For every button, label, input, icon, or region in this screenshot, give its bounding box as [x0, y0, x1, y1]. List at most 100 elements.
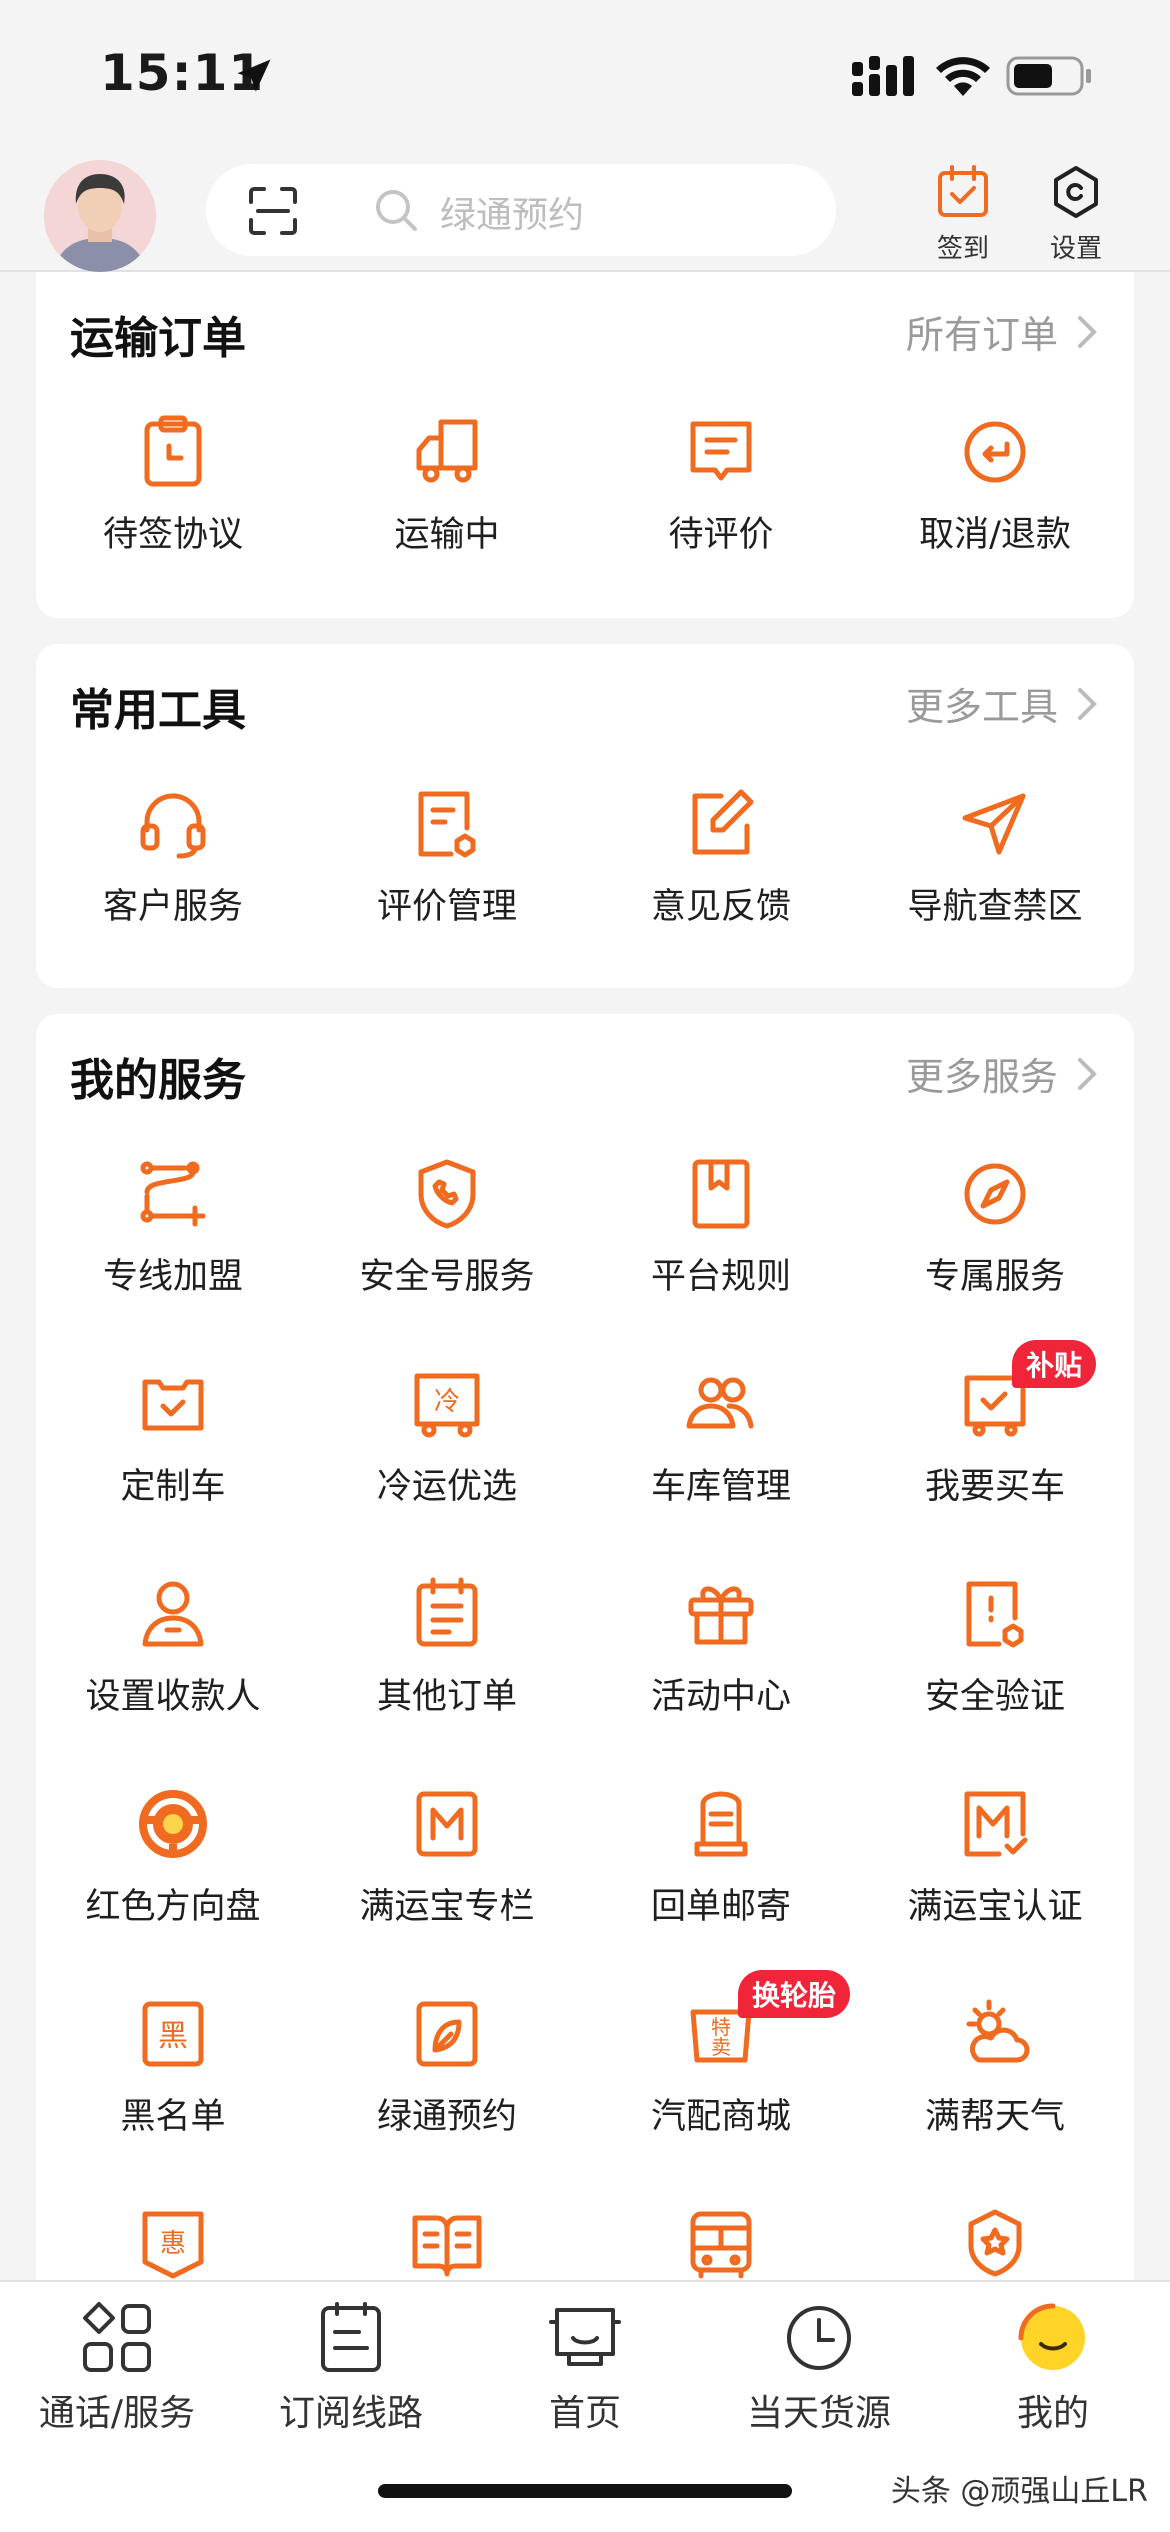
bus-icon [690, 2211, 752, 2279]
grid-item-label: 活动中心 [650, 1677, 791, 1717]
rulebook-icon [692, 1159, 750, 1229]
transport-orders-card: 运输订单 所有订单 待签协议 运输中 待评价 取消/退款 [36, 272, 1134, 618]
grid-item-review-manage[interactable]: 评价管理 [310, 784, 584, 929]
more-tools-label: 更多工具 [905, 685, 1058, 729]
grid-item-label: 取消/退款 [919, 515, 1071, 555]
cellular-signal-icon [852, 56, 914, 96]
tab-home[interactable]: 首页 [468, 2300, 702, 2436]
shield-phone-icon [418, 1159, 476, 1229]
grid-item-route-join[interactable]: 专线加盟 [36, 1154, 310, 1299]
grid-item-m-verify[interactable]: 满运宝认证 [858, 1784, 1132, 1929]
book-icon [412, 2215, 482, 2277]
grid-item-label: 定制车 [120, 1467, 226, 1507]
edit-icon [692, 789, 754, 855]
grid-item-book[interactable] [310, 2204, 584, 2284]
medal-icon [968, 2209, 1022, 2277]
all-orders-link[interactable]: 所有订单 [906, 304, 1098, 359]
card-title: 常用工具 [70, 685, 246, 736]
tab-mine[interactable]: 我的 [936, 2300, 1170, 2436]
calendar-list-icon [416, 1577, 478, 1647]
tab-label: 通话/服务 [38, 2393, 196, 2434]
grid-item-navigation[interactable]: 导航查禁区 [858, 784, 1132, 929]
grid-item-label: 客户服务 [102, 887, 243, 927]
grid-item-label: 黑名单 [120, 2097, 226, 2137]
home-icon [549, 2308, 621, 2366]
signin-button[interactable]: 签到 [918, 164, 1008, 265]
grid-item-blacklist[interactable]: 黑 黑名单 [36, 1994, 310, 2139]
grid-item-security-verify[interactable]: 安全验证 [858, 1574, 1132, 1719]
card-title: 运输订单 [70, 313, 246, 364]
subscribe-icon [321, 2302, 381, 2372]
gift-icon [688, 1586, 754, 1645]
svg-text:黑: 黑 [158, 2019, 188, 2054]
svg-text:惠: 惠 [160, 2229, 186, 2259]
scan-icon[interactable] [248, 186, 298, 236]
all-orders-label: 所有订单 [905, 313, 1058, 357]
grid-item-customer-service[interactable]: 客户服务 [36, 784, 310, 929]
grid-item-label: 满运宝认证 [907, 1887, 1083, 1927]
steering-wheel-icon [139, 1790, 207, 1858]
users-icon [686, 1377, 754, 1429]
tab-today-cargo[interactable]: 当天货源 [702, 2300, 936, 2436]
grid-item-weather[interactable]: 满帮天气 [858, 1994, 1132, 2139]
wifi-icon [936, 57, 990, 96]
tire-change-badge: 换轮胎 [738, 1970, 851, 2018]
grid-item-bus[interactable] [584, 2204, 858, 2284]
grid-item-garage[interactable]: 车库管理 [584, 1364, 858, 1509]
grid-item-set-payee[interactable]: 设置收款人 [36, 1574, 310, 1719]
discount-icon: 惠 [142, 2211, 204, 2279]
cold-truck-icon: 冷 [414, 1373, 480, 1438]
tab-label: 首页 [548, 2393, 621, 2434]
grid-item-exclusive-service[interactable]: 专属服务 [858, 1154, 1132, 1299]
refund-icon [964, 421, 1026, 483]
grid-item-discount[interactable]: 惠 [36, 2204, 310, 2284]
grid-item-pending-contract[interactable]: 待签协议 [36, 412, 310, 557]
grid-item-platform-rules[interactable]: 平台规则 [584, 1154, 858, 1299]
settings-button[interactable]: 设置 [1031, 164, 1121, 265]
grid-item-cancel-refund[interactable]: 取消/退款 [858, 412, 1132, 557]
grid-item-label: 红色方向盘 [85, 1887, 261, 1927]
more-services-link[interactable]: 更多服务 [906, 1046, 1098, 1101]
svg-text:卖: 卖 [711, 2035, 731, 2059]
compass-icon [964, 1163, 1026, 1225]
settings-icon [1054, 166, 1098, 218]
grid-item-medal[interactable] [858, 2204, 1132, 2284]
more-tools-link[interactable]: 更多工具 [906, 676, 1098, 731]
grid-item-feedback[interactable]: 意见反馈 [584, 784, 858, 929]
chevron-right-icon [1078, 1057, 1097, 1090]
grid-item-label: 满运宝专栏 [359, 1887, 535, 1927]
settings-label: 设置 [1049, 234, 1102, 264]
grid-item-in-transit[interactable]: 运输中 [310, 412, 584, 557]
search-placeholder: 绿通预约 [440, 195, 585, 236]
search-icon [376, 190, 417, 231]
search-bar[interactable]: 绿通预约 [206, 164, 836, 256]
truck-icon [416, 419, 478, 483]
grid-item-label: 回单邮寄 [650, 1887, 791, 1927]
grid-item-red-steering[interactable]: 红色方向盘 [36, 1784, 310, 1929]
grid-item-pending-review[interactable]: 待评价 [584, 412, 858, 557]
grid-item-safe-number[interactable]: 安全号服务 [310, 1154, 584, 1299]
grid-item-receipt-mail[interactable]: 回单邮寄 [584, 1784, 858, 1929]
common-tools-card: 常用工具 更多工具 客户服务 评价管理 意见反馈 导航查禁区 [36, 644, 1134, 988]
signin-label: 签到 [936, 234, 989, 264]
grid-item-green-channel[interactable]: 绿通预约 [310, 1994, 584, 2139]
grid-item-activity-center[interactable]: 活动中心 [584, 1574, 858, 1719]
grid-item-label: 待签协议 [102, 515, 243, 555]
m-verify-icon [964, 1791, 1028, 1857]
grid-item-other-orders[interactable]: 其他订单 [310, 1574, 584, 1719]
review-manage-icon [418, 791, 476, 858]
weather-icon [966, 1999, 1030, 2063]
tab-call-service[interactable]: 通话/服务 [0, 2300, 234, 2436]
tab-subscribe-routes[interactable]: 订阅线路 [234, 2300, 468, 2436]
payee-icon [142, 1581, 204, 1647]
svg-text:冷: 冷 [434, 1387, 460, 1417]
avatar[interactable] [44, 160, 156, 272]
calendar-check-icon [938, 165, 988, 217]
grid-item-label: 专属服务 [924, 1257, 1065, 1297]
grid-item-m-column[interactable]: 满运宝专栏 [310, 1784, 584, 1929]
grid-item-cold-transport[interactable]: 冷 冷运优选 [310, 1364, 584, 1509]
more-services-label: 更多服务 [905, 1055, 1058, 1099]
location-arrow-icon [237, 59, 271, 92]
grid-item-custom-truck[interactable]: 定制车 [36, 1364, 310, 1509]
grid-item-buy-truck[interactable]: 我要买车 [858, 1364, 1132, 1509]
